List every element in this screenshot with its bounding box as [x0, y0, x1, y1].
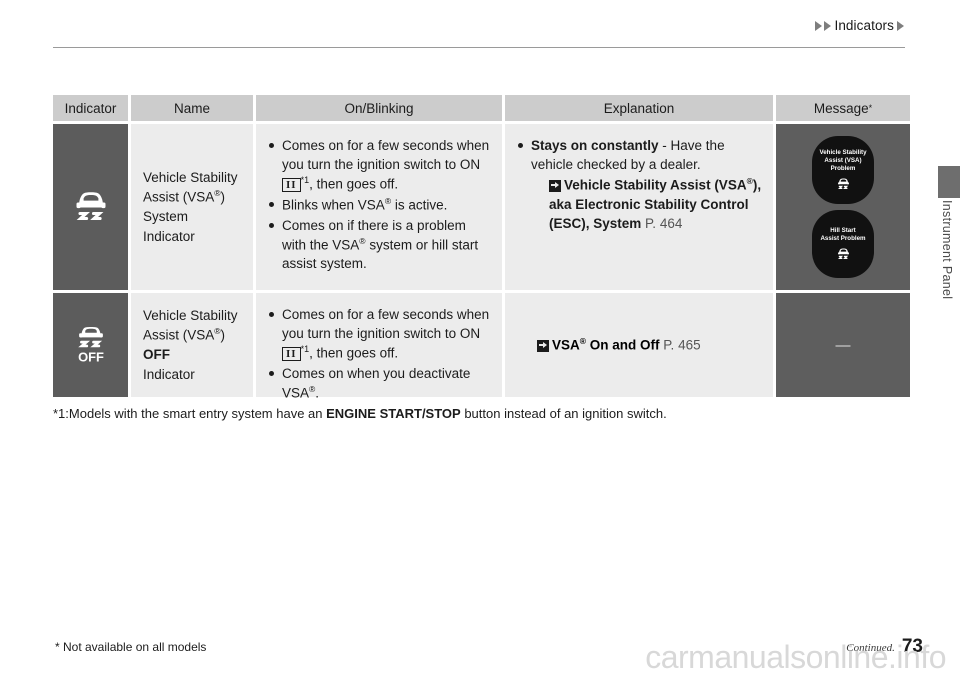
vsa-off-icon: OFF — [78, 327, 104, 364]
message-pill: Vehicle Stability Assist (VSA) Problem — [812, 136, 874, 204]
pill-line-2: Assist Problem — [820, 234, 866, 242]
page-number: 73 — [901, 635, 923, 657]
list-item: Blinks when VSA® is active. — [268, 195, 492, 215]
explanation-bold-lead: Stays on constantly — [531, 138, 659, 153]
footnote-prefix: *1:Models with the smart entry system ha… — [53, 406, 327, 421]
vsa-skid-car-icon — [837, 178, 849, 190]
reference-text-1: VSA — [552, 337, 580, 353]
table-row: OFF Vehicle Stability Assist (VSA®) OFF … — [53, 293, 910, 401]
cross-reference: VSA® On and Off P. 465 — [517, 335, 701, 355]
onblinking-list: Comes on for a few seconds when you turn… — [268, 134, 492, 274]
explanation-cell: Stays on constantly - Have the vehicle c… — [505, 124, 773, 290]
name-line-2: Assist (VSA — [143, 327, 215, 343]
header-divider — [53, 47, 905, 48]
indicator-cell: OFF — [53, 293, 128, 397]
column-header-onblinking: On/Blinking — [256, 95, 502, 121]
onblinking-list: Comes on for a few seconds when you turn… — [268, 303, 492, 403]
name-line-3: System Indicator — [143, 209, 195, 244]
column-header-explanation: Explanation — [505, 95, 773, 121]
section-label: Instrument Panel — [940, 200, 954, 300]
reference-page: P. 464 — [645, 216, 683, 232]
footnote-suffix: button instead of an ignition switch. — [460, 406, 667, 421]
vsa-skid-car-icon — [76, 192, 105, 221]
column-header-message: Message * — [776, 95, 910, 121]
name-line-1: Vehicle Stability — [143, 169, 238, 185]
bullet-text-pre: Blinks when VSA — [282, 197, 385, 213]
message-cell: — — [776, 293, 910, 397]
triangle-right-icon — [824, 20, 832, 31]
pill-icon-wrap — [836, 246, 851, 265]
onblinking-cell: Comes on for a few seconds when you turn… — [256, 293, 502, 401]
name-bold-off: OFF — [143, 347, 170, 363]
pill-line-3: Problem — [830, 165, 856, 172]
name-line-2-end: ) — [220, 327, 226, 343]
table-row: Vehicle Stability Assist (VSA®) System I… — [53, 124, 910, 290]
triangle-right-icon — [897, 20, 904, 31]
message-pill-stack: Vehicle Stability Assist (VSA) Problem H… — [812, 136, 874, 278]
reference-page: P. 465 — [663, 337, 701, 353]
list-item: Comes on for a few seconds when you turn… — [268, 136, 492, 194]
list-item: Comes on if there is a problem with the … — [268, 216, 492, 274]
bullet-text-post: . — [315, 385, 320, 401]
message-cell: Vehicle Stability Assist (VSA) Problem H… — [776, 124, 910, 290]
triangle-right-icon — [815, 20, 823, 31]
pill-line-2: Assist (VSA) — [824, 156, 862, 164]
footer-note: * Not available on all models — [55, 640, 207, 654]
table-header-row: Indicator Name On/Blinking Explanation M… — [53, 95, 910, 121]
footnote-bold: ENGINE START/STOP — [326, 406, 461, 421]
svg-text:OFF: OFF — [78, 349, 104, 364]
bullet-text-pre: Comes on for a few seconds when you turn… — [282, 307, 490, 342]
explanation-list: Stays on constantly - Have the vehicle c… — [517, 134, 763, 233]
list-item: Stays on constantly - Have the vehicle c… — [517, 136, 763, 233]
name-line-3: Indicator — [143, 366, 195, 382]
name-cell: Vehicle Stability Assist (VSA®) System I… — [131, 124, 253, 290]
continued-label: Continued. — [846, 642, 895, 654]
footnote-marker: *1 — [300, 175, 310, 186]
indicator-cell — [53, 124, 128, 290]
cross-reference: Vehicle Stability Assist (VSA®), aka Ele… — [531, 175, 763, 233]
bullet-text-pre: Comes on for a few seconds when you turn… — [282, 138, 490, 173]
section-tab-marker — [938, 166, 960, 198]
footnote: *1:Models with the smart entry system ha… — [53, 406, 667, 421]
message-pill: Hill Start Assist Problem — [812, 210, 874, 278]
list-item: Comes on for a few seconds when you turn… — [268, 305, 492, 363]
footnote-marker: *1 — [300, 344, 310, 355]
message-empty-dash: — — [835, 336, 851, 354]
hill-start-assist-icon — [837, 248, 849, 259]
pill-line-1: Hill Start — [830, 226, 856, 234]
ignition-position-ii-icon: II — [282, 177, 301, 193]
onblinking-cell: Comes on for a few seconds when you turn… — [256, 124, 502, 290]
manual-page: Indicators Instrument Panel Indicator Na… — [0, 0, 960, 678]
column-header-name: Name — [131, 95, 253, 121]
name-line-2: Assist (VSA — [143, 189, 215, 205]
indicator-table: Indicator Name On/Blinking Explanation M… — [53, 95, 910, 401]
column-header-indicator: Indicator — [53, 95, 128, 121]
jump-to-reference-icon — [549, 179, 561, 192]
breadcrumb: Indicators — [814, 18, 905, 33]
indicator-name: Vehicle Stability Assist (VSA®) OFF Indi… — [143, 303, 243, 387]
name-line-2-end: ) — [220, 189, 226, 205]
reference-text-2: On and Off — [586, 337, 660, 353]
explanation-cell: VSA® On and Off P. 465 — [505, 293, 773, 397]
indicator-name: Vehicle Stability Assist (VSA®) System I… — [143, 134, 243, 280]
ignition-position-ii-icon: II — [282, 346, 301, 362]
name-line-1: Vehicle Stability — [143, 307, 238, 323]
breadcrumb-label: Indicators — [834, 18, 894, 33]
bullet-text-post: , then goes off. — [309, 176, 399, 192]
reference-text-1: Vehicle Stability Assist (VSA — [564, 177, 747, 193]
pill-icon-wrap — [836, 176, 851, 195]
bullet-text-post: is active. — [391, 197, 448, 213]
column-header-message-label: Message — [813, 100, 869, 116]
name-cell: Vehicle Stability Assist (VSA®) OFF Indi… — [131, 293, 253, 397]
list-item: Comes on when you deactivate VSA®. — [268, 364, 492, 403]
jump-to-reference-icon — [537, 339, 549, 352]
pill-line-1: Vehicle Stability — [819, 148, 867, 156]
footer-page-group: Continued. 73 — [846, 635, 923, 657]
column-header-message-superscript: * — [868, 103, 873, 113]
bullet-text-post: , then goes off. — [309, 345, 399, 361]
